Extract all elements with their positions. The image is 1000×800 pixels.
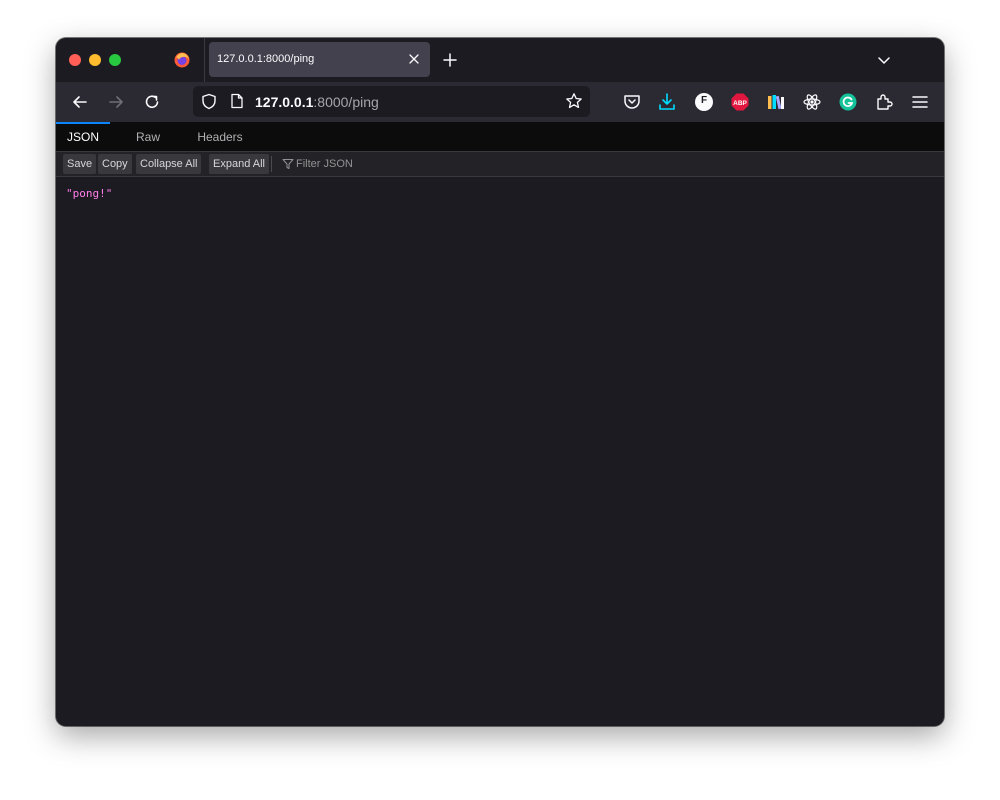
bookmark-star-icon[interactable]	[565, 92, 583, 110]
expand-all-button[interactable]: Expand All	[209, 154, 269, 174]
save-button[interactable]: Save	[63, 154, 97, 174]
url-host: 127.0.0.1	[255, 94, 314, 110]
tab-raw-data[interactable]: Raw Data	[112, 122, 184, 174]
react-devtools-icon[interactable]	[802, 92, 822, 112]
shield-icon[interactable]	[201, 93, 217, 110]
url-text[interactable]: 127.0.0.1:8000/ping	[255, 94, 379, 110]
tab-strip: 127.0.0.1:8000/ping	[56, 38, 944, 82]
f-extension-label: F	[700, 95, 708, 106]
json-content-panel: "pong!"	[56, 177, 944, 726]
extensions-icon[interactable]	[874, 92, 894, 112]
adblock-icon[interactable]: ABP	[730, 92, 750, 112]
json-string-value: "pong!"	[66, 187, 113, 200]
grammarly-icon[interactable]	[838, 92, 858, 112]
copy-button[interactable]: Copy	[98, 154, 132, 174]
download-icon[interactable]	[657, 92, 677, 112]
tab-json[interactable]: JSON	[56, 122, 110, 151]
browser-window: 127.0.0.1:8000/ping 127.0.0.1:8000/ping …	[56, 38, 944, 726]
window-minimize-button[interactable]	[89, 54, 101, 66]
chevron-down-icon[interactable]	[876, 52, 892, 68]
reload-icon[interactable]	[142, 92, 162, 112]
navigation-toolbar: 127.0.0.1:8000/ping F ABP	[56, 82, 944, 122]
url-bar[interactable]: 127.0.0.1:8000/ping	[193, 86, 590, 117]
window-maximize-button[interactable]	[109, 54, 121, 66]
new-tab-icon[interactable]	[442, 52, 458, 68]
page-icon[interactable]	[230, 93, 244, 109]
forward-arrow-icon[interactable]	[106, 92, 126, 112]
library-icon[interactable]	[766, 92, 786, 112]
menu-icon[interactable]	[910, 92, 930, 112]
close-icon[interactable]	[406, 51, 422, 67]
toolbar-divider	[271, 156, 272, 172]
pocket-icon[interactable]	[622, 92, 642, 112]
json-viewer-toolbar: Save Copy Collapse All Expand All	[56, 152, 944, 177]
tab-headers[interactable]: Headers	[187, 122, 253, 151]
tab-title: 127.0.0.1:8000/ping	[217, 53, 315, 65]
tab-active[interactable]: 127.0.0.1:8000/ping	[209, 42, 430, 77]
back-arrow-icon[interactable]	[70, 92, 90, 112]
firefox-icon[interactable]	[174, 52, 190, 68]
collapse-all-button[interactable]: Collapse All	[136, 154, 202, 174]
window-close-button[interactable]	[69, 54, 81, 66]
adblock-label: ABP	[733, 100, 747, 107]
json-viewer-tabs: JSON Raw Data Headers	[56, 122, 944, 174]
filter-json-input[interactable]	[296, 155, 496, 173]
tab-separator	[204, 38, 205, 82]
url-path: :8000/ping	[313, 94, 379, 110]
filter-icon	[282, 159, 294, 169]
f-extension-icon[interactable]: F	[695, 93, 713, 111]
